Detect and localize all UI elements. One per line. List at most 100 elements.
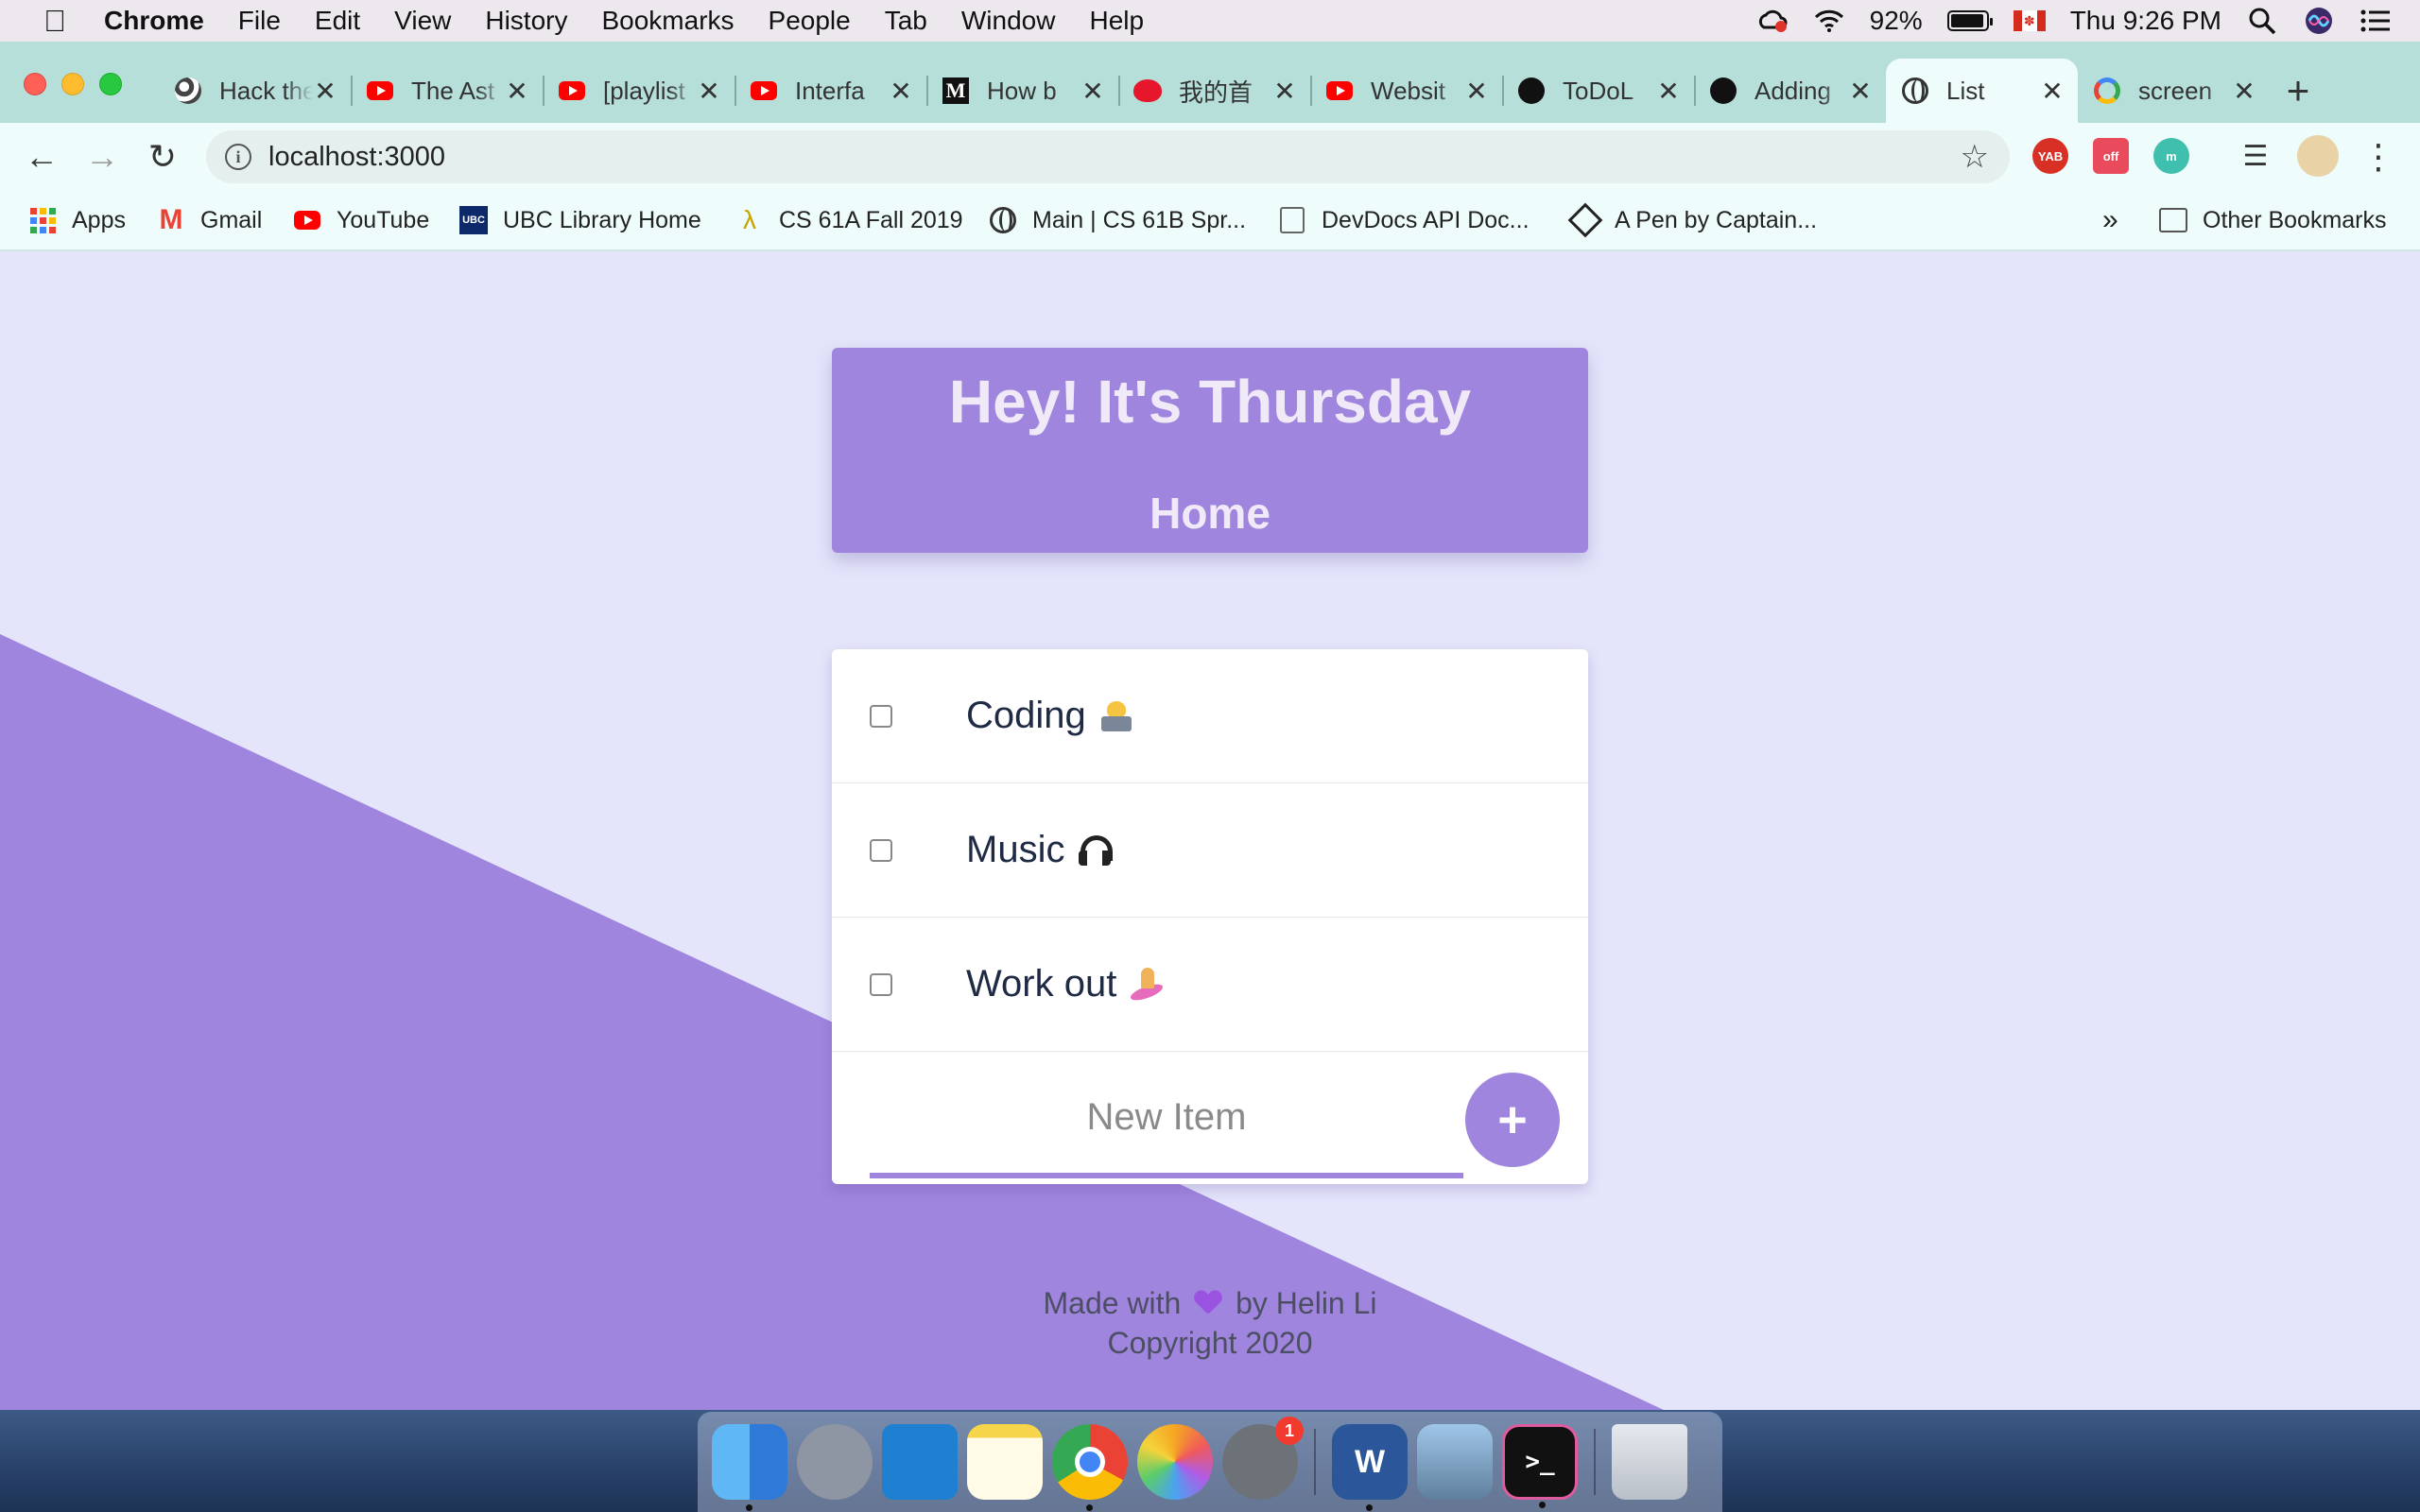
youtube-icon — [293, 206, 321, 234]
bookmark-devdocs[interactable]: DevDocs API Doc... — [1278, 204, 1530, 236]
menu-people[interactable]: People — [769, 6, 851, 36]
tab-close-icon[interactable]: ✕ — [697, 76, 721, 107]
profile-avatar[interactable] — [2297, 135, 2339, 177]
page-footer: Made with by Helin Li Copyright 2020 — [832, 1283, 1588, 1363]
youtube-icon — [1325, 77, 1354, 105]
tab-close-icon[interactable]: ✕ — [1656, 76, 1681, 107]
trash-icon[interactable] — [1612, 1424, 1687, 1500]
bookmark-cs61a[interactable]: λ CS 61A Fall 2019 — [735, 204, 963, 236]
list-name: Home — [1150, 489, 1270, 538]
tab-weibo[interactable]: 我的首 ✕ — [1118, 64, 1310, 117]
notes-icon[interactable] — [967, 1424, 1043, 1500]
menu-view[interactable]: View — [394, 6, 451, 36]
tab-adding[interactable]: Adding ✕ — [1694, 64, 1886, 117]
bookmark-label: Gmail — [200, 206, 263, 233]
tab-screen[interactable]: screen ✕ — [2078, 64, 2270, 117]
battery-icon[interactable] — [1946, 10, 1993, 31]
tab-close-icon[interactable]: ✕ — [1272, 76, 1297, 107]
wifi-icon[interactable] — [1813, 5, 1845, 37]
reload-icon[interactable]: ↻ — [144, 138, 182, 176]
tab-interfa[interactable]: Interfa ✕ — [735, 64, 926, 117]
tab-list-active[interactable]: List ✕ — [1886, 59, 2078, 123]
tab-close-icon[interactable]: ✕ — [1848, 76, 1873, 107]
tab-how-b[interactable]: M How b ✕ — [926, 64, 1118, 117]
spotlight-search-icon[interactable] — [2246, 5, 2278, 37]
other-bookmarks-folder[interactable]: Other Bookmarks — [2159, 204, 2387, 236]
address-bar-url[interactable]: localhost:3000 — [268, 142, 445, 173]
window-zoom-button[interactable] — [99, 73, 122, 95]
menu-tab[interactable]: Tab — [885, 6, 927, 36]
purple-heart-icon — [1195, 1291, 1221, 1315]
media-controls-icon[interactable]: ☰ — [2237, 138, 2274, 176]
bookmark-youtube[interactable]: YouTube — [293, 204, 429, 236]
bookmark-ubc-library[interactable]: UBC UBC Library Home — [459, 204, 701, 236]
tab-close-icon[interactable]: ✕ — [313, 76, 337, 107]
m-extension-icon[interactable]: m — [2153, 138, 2189, 174]
menu-help[interactable]: Help — [1089, 6, 1144, 36]
forward-arrow-icon[interactable]: → — [83, 138, 121, 176]
folder-icon — [2159, 206, 2187, 234]
tab-close-icon[interactable]: ✕ — [505, 76, 529, 107]
new-tab-button[interactable]: + — [2270, 64, 2326, 117]
globe-icon — [1901, 77, 1929, 105]
gmail-icon: M — [159, 204, 183, 235]
photos-icon[interactable] — [1137, 1424, 1213, 1500]
window-minimize-button[interactable] — [61, 73, 84, 95]
yab-extension-icon[interactable]: YAB — [2032, 138, 2068, 174]
bookmark-label: Main | CS 61B Spr... — [1032, 206, 1247, 233]
bookmark-gmail[interactable]: M Gmail — [157, 204, 263, 236]
menu-bookmarks[interactable]: Bookmarks — [601, 6, 734, 36]
dock-separator — [1314, 1429, 1316, 1495]
menu-file[interactable]: File — [238, 6, 281, 36]
bookmark-codepen[interactable]: A Pen by Captain... — [1567, 202, 1817, 238]
tab-close-icon[interactable]: ✕ — [2040, 76, 2065, 107]
tab-close-icon[interactable]: ✕ — [1080, 76, 1105, 107]
menu-window[interactable]: Window — [961, 6, 1056, 36]
address-bar[interactable]: i localhost:3000 ☆ — [206, 130, 2010, 183]
item-text: Coding — [966, 695, 1086, 736]
chrome-toolbar: ← → ↻ i localhost:3000 ☆ YAB off m ☰ ⋮ — [0, 123, 2420, 191]
menu-app-name[interactable]: Chrome — [104, 6, 204, 36]
notification-center-icon[interactable] — [2360, 5, 2392, 37]
tab-close-icon[interactable]: ✕ — [1464, 76, 1489, 107]
apple-menu-icon[interactable]:  — [34, 4, 76, 39]
bookmark-cs61b[interactable]: Main | CS 61B Spr... — [989, 204, 1246, 236]
launchpad-icon[interactable] — [797, 1424, 873, 1500]
add-item-button[interactable]: + — [1465, 1073, 1560, 1167]
tab-close-icon[interactable]: ✕ — [2232, 76, 2256, 107]
bookmark-apps[interactable]: Apps — [28, 204, 126, 236]
chrome-menu-icon[interactable]: ⋮ — [2360, 138, 2397, 176]
word-icon[interactable]: W — [1332, 1424, 1408, 1511]
canada-flag-icon[interactable]: ✽ — [2013, 10, 2046, 31]
tab-list: Hack the ✕ The Ast ✕ [playlist ✕ Interfa… — [159, 59, 2326, 123]
system-preferences-icon[interactable]: 1 — [1222, 1417, 1304, 1500]
menu-history[interactable]: History — [485, 6, 567, 36]
bookmark-star-icon[interactable]: ☆ — [1961, 138, 1989, 176]
item-checkbox[interactable] — [870, 972, 892, 996]
new-item-input[interactable] — [870, 1088, 1463, 1146]
tab-todol[interactable]: ToDoL ✕ — [1502, 64, 1694, 117]
window-close-button[interactable] — [24, 73, 46, 95]
item-checkbox[interactable] — [870, 704, 892, 728]
tab-close-icon[interactable]: ✕ — [889, 76, 913, 107]
chrome-icon[interactable] — [1052, 1424, 1128, 1511]
tab-title: Interfa — [795, 76, 865, 105]
vscode-icon[interactable] — [882, 1424, 958, 1500]
back-arrow-icon[interactable]: ← — [23, 138, 60, 176]
tab-playlist[interactable]: [playlist ✕ — [543, 64, 735, 117]
bookmarks-overflow-chevron-icon[interactable]: » — [2102, 204, 2118, 236]
tab-websit[interactable]: Websit ✕ — [1310, 64, 1502, 117]
tab-hack-the[interactable]: Hack the ✕ — [159, 64, 351, 117]
item-checkbox[interactable] — [870, 838, 892, 862]
siri-icon[interactable] — [2303, 5, 2335, 37]
terminal-icon[interactable]: >_ — [1502, 1424, 1578, 1508]
creative-cloud-icon[interactable] — [1756, 5, 1789, 37]
finder-icon[interactable] — [712, 1424, 787, 1511]
list-item: Work out — [832, 918, 1588, 1052]
menu-edit[interactable]: Edit — [315, 6, 360, 36]
site-info-icon[interactable]: i — [225, 144, 251, 170]
preview-icon[interactable] — [1417, 1424, 1493, 1500]
menu-bar-clock[interactable]: Thu 9:26 PM — [2070, 6, 2221, 36]
off-extension-icon[interactable]: off — [2093, 138, 2129, 174]
tab-the-ast[interactable]: The Ast ✕ — [351, 64, 543, 117]
